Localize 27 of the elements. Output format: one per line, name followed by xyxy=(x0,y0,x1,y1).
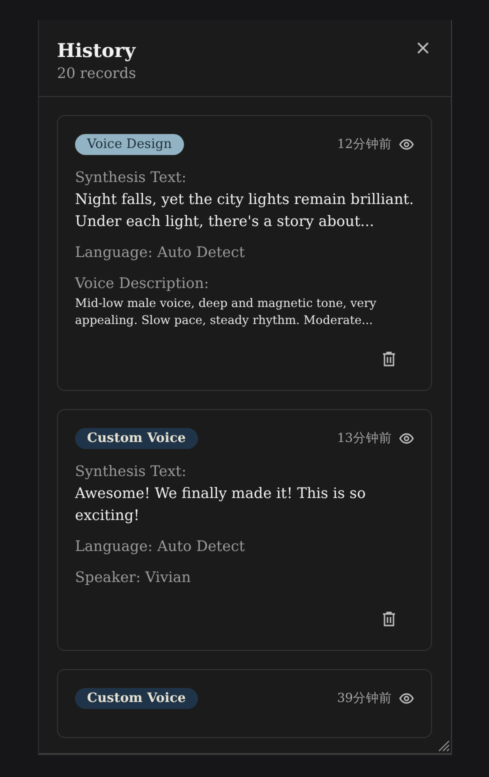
voice-description: Mid-low male voice, deep and magnetic tone, very appealing. Slow pace, steady rhythm. Moderate... xyxy=(75,295,378,329)
language-label: Language: Auto Detect xyxy=(75,538,246,557)
delete-button[interactable] xyxy=(382,351,396,367)
type-tag: Voice Design xyxy=(75,134,184,155)
panel-title: History xyxy=(57,40,136,62)
field-label: Voice Description: xyxy=(75,275,210,294)
eye-icon[interactable] xyxy=(399,139,414,150)
type-tag: Custom Voice xyxy=(75,428,198,449)
field-label: Synthesis Text: xyxy=(75,169,188,188)
close-button[interactable] xyxy=(415,40,431,56)
type-tag: Custom Voice xyxy=(75,688,198,709)
record-count: 20 records xyxy=(57,66,136,82)
timestamp: 39分钟前 xyxy=(337,690,392,707)
eye-icon[interactable] xyxy=(399,433,414,444)
trash-icon xyxy=(382,351,396,367)
field-label: Synthesis Text: xyxy=(75,463,188,482)
language-label: Language: Auto Detect xyxy=(75,244,246,263)
speaker-label: Speaker: Vivian xyxy=(75,569,192,588)
synthesis-text: Night falls, yet the city lights remain brilliant. Under each light, there's a story about... xyxy=(75,191,414,232)
timestamp: 13分钟前 xyxy=(337,430,392,447)
eye-icon[interactable] xyxy=(399,693,414,704)
delete-button[interactable] xyxy=(382,611,396,627)
close-icon xyxy=(417,42,429,54)
resize-grip-icon[interactable] xyxy=(438,740,450,752)
trash-icon xyxy=(382,611,396,627)
timestamp: 12分钟前 xyxy=(337,136,392,153)
synthesis-text: Awesome! We finally made it! This is so exciting! xyxy=(75,485,367,526)
